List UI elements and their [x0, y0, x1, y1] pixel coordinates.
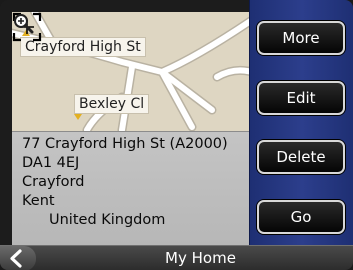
magnifier-icon[interactable] — [12, 12, 34, 34]
footer-bar: My Home — [0, 245, 353, 270]
street-label-bexley: Bexley Cl — [74, 94, 150, 114]
label-pointer-icon — [74, 114, 82, 120]
address-line-town: Crayford — [22, 174, 85, 190]
go-button[interactable]: Go — [257, 200, 345, 234]
action-panel: More Edit Delete Go — [249, 0, 353, 245]
navigation-screen: Crayford High St Bexley Cl 77 Crayford H… — [0, 0, 353, 270]
address-line-country: United Kingdom — [49, 212, 166, 228]
address-line-county: Kent — [22, 193, 55, 209]
more-button[interactable]: More — [257, 21, 345, 55]
page-title: My Home — [0, 249, 353, 267]
page-title-text: My Home — [165, 249, 236, 267]
map-view[interactable]: Crayford High St Bexley Cl — [12, 12, 249, 131]
address-line-postcode: DA1 4EJ — [22, 155, 80, 171]
address-details: 77 Crayford High St (A2000) DA1 4EJ Cray… — [12, 131, 249, 245]
edit-button[interactable]: Edit — [257, 81, 345, 115]
delete-button[interactable]: Delete — [257, 140, 345, 174]
address-line-street: 77 Crayford High St (A2000) — [22, 136, 228, 152]
